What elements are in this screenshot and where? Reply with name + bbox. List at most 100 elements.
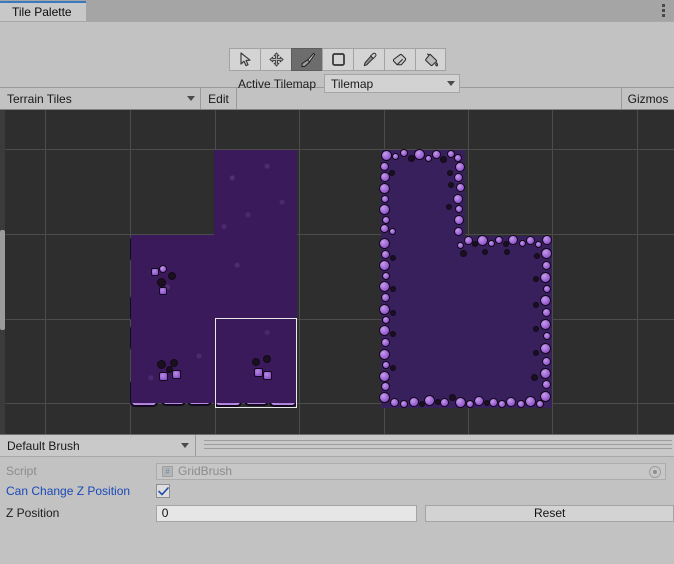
painted-blob [379, 204, 390, 215]
painted-blob [489, 398, 498, 407]
tile-decor-square [172, 370, 181, 379]
painted-blob [381, 382, 390, 391]
grid-line-horizontal [0, 149, 674, 150]
painted-blob [389, 170, 395, 176]
eyedropper-icon [362, 52, 377, 67]
painted-blob [477, 235, 488, 246]
tile-decor-dot [168, 272, 176, 280]
painted-blob [540, 319, 551, 330]
divider-line [204, 448, 672, 449]
grid-line-vertical [299, 110, 300, 434]
canvas-scrollbar-thumb[interactable] [0, 230, 5, 330]
chevron-down-icon [187, 96, 195, 101]
z-position-label: Z Position [6, 506, 156, 520]
tool-select-button[interactable] [229, 48, 260, 71]
tile-room-fill [214, 150, 297, 240]
grid-line-vertical [637, 110, 638, 434]
painted-blob [379, 304, 390, 315]
painted-blob [390, 365, 396, 371]
painted-blob [447, 170, 453, 176]
divider-line [204, 440, 672, 441]
painted-blob [379, 371, 390, 382]
painted-blob [454, 154, 462, 162]
painted-blob [381, 195, 389, 203]
painted-blob [540, 343, 551, 354]
object-picker-icon[interactable] [649, 466, 661, 478]
tool-paint-button[interactable] [291, 48, 322, 71]
painted-blob [381, 338, 390, 347]
tool-picker-button[interactable] [353, 48, 384, 71]
painted-blob [380, 162, 389, 171]
palette-dropdown-value: Terrain Tiles [7, 92, 183, 106]
tool-box-fill-button[interactable] [322, 48, 353, 71]
painted-blob [381, 250, 390, 259]
painted-blob [533, 276, 539, 282]
painted-blob [540, 295, 551, 306]
grid-line-horizontal [0, 234, 674, 235]
grid-line-horizontal [0, 403, 674, 404]
reset-button-label: Reset [534, 506, 565, 520]
painted-blob [535, 241, 542, 248]
painted-blob [446, 204, 452, 210]
kebab-menu-icon[interactable] [652, 0, 674, 21]
painted-blob [543, 285, 551, 293]
tile-decor-square [159, 372, 168, 381]
cursor-arrow-icon [239, 52, 252, 67]
tile-palette-canvas[interactable] [0, 110, 674, 434]
kebab-dot [662, 14, 665, 17]
tile-decor-dot [159, 265, 167, 273]
active-tilemap-dropdown[interactable]: Tilemap [324, 74, 460, 93]
grid-line-vertical [552, 110, 553, 434]
painted-blob [542, 380, 551, 389]
painted-blob [531, 374, 538, 381]
painted-blob [382, 361, 390, 369]
paintbrush-icon [299, 52, 316, 68]
painted-blob [534, 253, 540, 259]
painted-blob [454, 215, 464, 225]
z-position-value: 0 [162, 506, 169, 520]
painted-blob [536, 400, 544, 408]
tool-fill-button[interactable] [415, 48, 446, 71]
tool-move-button[interactable] [260, 48, 291, 71]
painted-blob [379, 238, 390, 249]
painted-blob [455, 205, 463, 213]
can-change-z-checkbox[interactable] [156, 484, 170, 498]
painted-blob [498, 400, 506, 408]
grid-line-horizontal [0, 319, 674, 320]
active-tilemap-row: Active Tilemap Tilemap [0, 74, 460, 93]
painted-blob [542, 261, 551, 270]
painted-blob [392, 153, 399, 160]
reset-button[interactable]: Reset [425, 505, 674, 522]
painted-blob [425, 155, 432, 162]
painted-blob [448, 182, 454, 188]
gizmos-button-label: Gizmos [628, 92, 669, 106]
tile-decor-dot [252, 358, 260, 366]
tile-decor-dot [157, 360, 166, 369]
painted-blob [482, 249, 488, 255]
tile-decor-dot [263, 355, 271, 363]
painted-blob [390, 255, 396, 261]
divider-line [204, 444, 672, 445]
brush-dropdown-value: Default Brush [7, 439, 177, 453]
tab-tile-palette[interactable]: Tile Palette [0, 1, 86, 21]
rectangle-icon [331, 52, 346, 67]
can-change-z-row: Can Change Z Position [0, 481, 674, 501]
gizmos-button[interactable]: Gizmos [622, 88, 674, 109]
painted-blob [488, 240, 495, 247]
painted-blob [466, 400, 474, 408]
z-position-input[interactable]: 0 [156, 505, 418, 522]
painted-blob [542, 235, 552, 245]
painted-blob [533, 326, 539, 332]
canvas-scrollbar[interactable] [0, 110, 5, 434]
tile-decor-dot [157, 278, 166, 287]
painted-blob [495, 236, 503, 244]
tool-erase-button[interactable] [384, 48, 415, 71]
painted-blob [382, 316, 390, 324]
brush-dropdown[interactable]: Default Brush [0, 435, 196, 456]
z-position-row: Z Position 0 Reset [0, 503, 674, 523]
grid-line-vertical [45, 110, 46, 434]
painted-blob [400, 149, 408, 157]
painted-blob [390, 331, 396, 337]
painted-tilemap-fill [381, 236, 552, 408]
painted-tilemap-fill [381, 150, 465, 238]
